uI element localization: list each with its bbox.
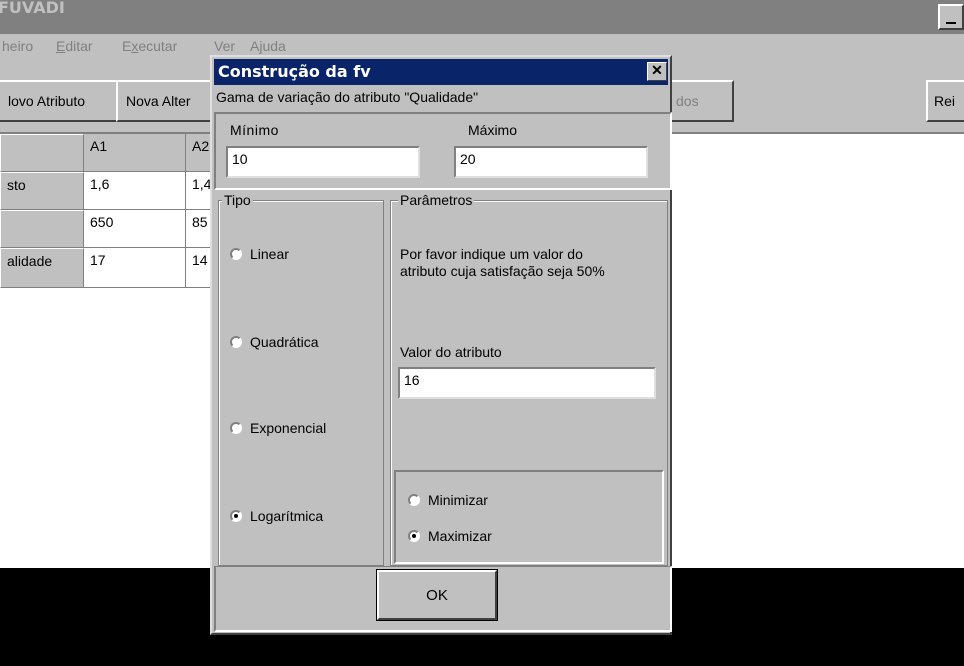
radio-linear-dot — [230, 248, 242, 260]
row-header-2[interactable] — [0, 210, 84, 248]
radio-logaritmica-label: Logarítmica — [250, 508, 324, 524]
parametros-help: Por favor indique um valor do atributo c… — [400, 246, 605, 280]
minimo-label: Mínimo — [230, 122, 279, 138]
minimize-button[interactable] — [938, 4, 964, 30]
parametros-help-line2: atributo cuja satisfação seja 50% — [400, 263, 605, 279]
radio-maximizar-label: Maximizar — [428, 528, 492, 544]
menu-editar[interactable]: Editar — [56, 38, 93, 54]
menu-ficheiro[interactable]: heiro — [2, 38, 33, 54]
menu-ajuda-label: Ajuda — [250, 38, 286, 54]
radio-exponencial[interactable]: Exponencial — [230, 420, 326, 436]
valor-atributo-label: Valor do atributo — [400, 344, 502, 360]
menu-ajuda[interactable]: Ajuda — [250, 38, 286, 54]
objetivo-panel — [394, 470, 664, 564]
radio-maximizar[interactable]: Maximizar — [408, 528, 492, 544]
grid-corner — [0, 134, 84, 172]
close-icon: ✕ — [651, 62, 663, 78]
app-title: FUVADI — [0, 0, 65, 17]
menu-editar-label: ditar — [65, 38, 93, 54]
menu-editar-mnemonic: E — [56, 38, 66, 54]
novo-atributo-button[interactable]: lovo Atributo — [0, 80, 130, 122]
reiniciar-button[interactable]: Rei — [926, 80, 964, 122]
radio-logaritmica-dot — [230, 510, 242, 522]
menu-ficheiro-label: heiro — [2, 38, 34, 54]
minimo-input[interactable]: 10 — [226, 146, 420, 178]
radio-linear-label: Linear — [250, 246, 289, 262]
radio-exponencial-label: Exponencial — [250, 420, 327, 436]
column-header-a1[interactable]: A1 — [84, 134, 186, 172]
parametros-label: Parâmetros — [398, 192, 475, 208]
resultados-button[interactable]: dos — [668, 80, 734, 122]
dialog-title: Construção da fv — [214, 59, 668, 85]
radio-quadratica-dot — [230, 336, 242, 348]
ok-button[interactable]: OK — [376, 569, 498, 621]
radio-minimizar-label: Minimizar — [428, 492, 488, 508]
parametros-help-line1: Por favor indique um valor do — [400, 246, 583, 262]
valor-atributo-input[interactable]: 16 — [398, 367, 656, 399]
maximo-label: Máximo — [468, 122, 518, 138]
window-titlebar — [0, 0, 964, 34]
menu-executar-label: ecutar — [138, 38, 178, 54]
cell-row2-a1[interactable]: 650 — [84, 210, 186, 248]
tipo-label: Tipo — [222, 192, 253, 208]
row-header-qualidade[interactable]: alidade — [0, 248, 84, 288]
radio-linear[interactable]: Linear — [230, 246, 289, 262]
radio-exponencial-dot — [230, 422, 242, 434]
menu-executar-pre: E — [122, 38, 132, 54]
dialog-subtitle: Gama de variação do atributo "Qualidade" — [216, 89, 479, 105]
maximo-input[interactable]: 20 — [454, 146, 648, 178]
row-header-custo[interactable]: sto — [0, 172, 84, 210]
cell-custo-a1[interactable]: 1,6 — [84, 172, 186, 210]
radio-quadratica-label: Quadrática — [250, 334, 319, 350]
minimize-icon — [946, 22, 956, 24]
menu-ver[interactable]: Ver — [214, 38, 235, 54]
menu-executar[interactable]: Executar — [122, 38, 177, 54]
radio-minimizar-dot — [408, 494, 420, 506]
radio-logaritmica[interactable]: Logarítmica — [230, 508, 323, 524]
close-button[interactable]: ✕ — [647, 62, 667, 81]
radio-quadratica[interactable]: Quadrática — [230, 334, 318, 350]
menu-ver-label: Ver — [214, 38, 236, 54]
radio-maximizar-dot — [408, 530, 420, 542]
cell-qualidade-a1[interactable]: 17 — [84, 248, 186, 288]
radio-minimizar[interactable]: Minimizar — [408, 492, 488, 508]
